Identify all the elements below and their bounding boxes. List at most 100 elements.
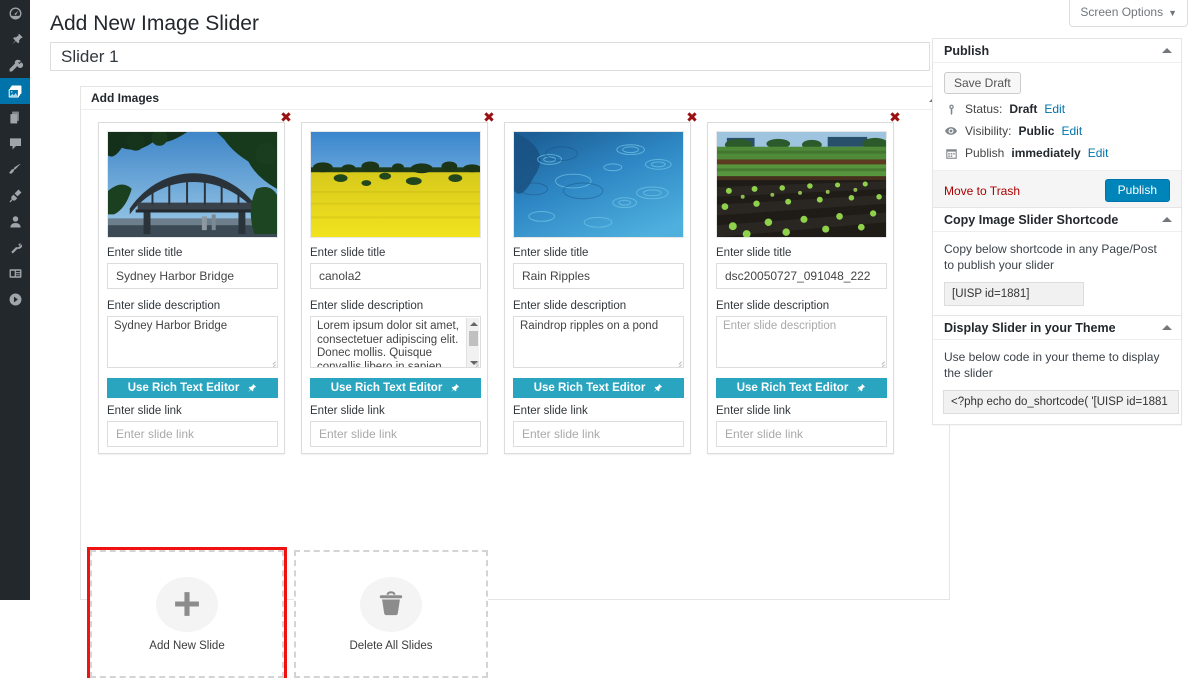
- visibility-row: Visibility: Public Edit: [944, 124, 1170, 138]
- pages-icon: [7, 109, 24, 126]
- delete-slide-icon[interactable]: ✖: [279, 111, 293, 125]
- slide-description-label: Enter slide description: [513, 300, 627, 312]
- shortcode-value[interactable]: [UISP id=1881]: [944, 282, 1084, 306]
- slide-link-input[interactable]: Enter slide link: [107, 421, 278, 447]
- shortcode-description: Copy below shortcode in any Page/Post to…: [944, 242, 1157, 272]
- slide-link-input[interactable]: Enter slide link: [310, 421, 481, 447]
- toggle-panel-icon[interactable]: [1162, 48, 1172, 53]
- media-icon: [7, 57, 24, 74]
- slide-description-textarea[interactable]: Raindrop ripples on a pond: [513, 316, 684, 368]
- theme-code-heading: Display Slider in your Theme: [944, 320, 1116, 335]
- slide-link-label: Enter slide link: [310, 405, 385, 417]
- delete-all-slides-tile[interactable]: Delete All Slides: [294, 550, 488, 678]
- resize-handle-icon[interactable]: [876, 357, 885, 367]
- plus-icon: [156, 576, 218, 632]
- pin-icon: [853, 382, 866, 395]
- slide-thumbnail[interactable]: [716, 131, 887, 238]
- delete-slide-icon[interactable]: ✖: [685, 111, 699, 125]
- sidebar-item-collapse-menu[interactable]: [0, 286, 30, 312]
- post-status-icon: [944, 103, 958, 116]
- edit-publish-date-link[interactable]: Edit: [1088, 146, 1109, 160]
- sidebar-item-media[interactable]: [0, 52, 30, 78]
- scroll-down-icon[interactable]: [467, 357, 480, 367]
- slide-description-textarea[interactable]: Sydney Harbor Bridge: [107, 316, 278, 368]
- delete-slide-icon[interactable]: ✖: [888, 111, 902, 125]
- settings-icon: [7, 265, 24, 282]
- slide-link-label: Enter slide link: [513, 405, 588, 417]
- edit-status-link[interactable]: Edit: [1044, 102, 1065, 116]
- slide-title-input[interactable]: dsc20050727_091048_222: [716, 263, 887, 289]
- lettuce-field-rows-photo: [717, 132, 886, 237]
- sydney-harbour-bridge-photo: [108, 132, 277, 237]
- collapse-icon: [7, 291, 24, 308]
- slide-thumbnail[interactable]: [107, 131, 278, 238]
- slide-description-textarea[interactable]: Enter slide description: [716, 316, 887, 368]
- chevron-down-icon: ▼: [1168, 8, 1177, 18]
- slide-link-value: Enter slide link: [319, 427, 398, 441]
- eye-icon: [944, 124, 958, 138]
- publish-date-label: Publish: [965, 146, 1005, 160]
- trash-icon: [360, 576, 422, 632]
- publish-date-row: Publish immediately Edit: [944, 146, 1170, 160]
- publish-body: Save Draft Status: Draft Edit Visibility…: [933, 63, 1181, 170]
- sidebar-item-appearance[interactable]: [0, 156, 30, 182]
- sidebar-item-posts[interactable]: [0, 26, 30, 52]
- toggle-panel-icon[interactable]: [1162, 325, 1172, 330]
- resize-handle-icon[interactable]: [673, 357, 682, 367]
- edit-visibility-link[interactable]: Edit: [1061, 124, 1082, 138]
- slide-description-value: Lorem ipsum dolor sit amet, consectetuer…: [317, 320, 459, 368]
- pin-icon: [7, 31, 24, 48]
- slide-title-input[interactable]: Rain Ripples: [513, 263, 684, 289]
- slide-title-input[interactable]: canola2: [310, 263, 481, 289]
- slide-title-input[interactable]: Sydney Harbor Bridge: [107, 263, 278, 289]
- visibility-label: Visibility:: [965, 124, 1012, 138]
- scroll-up-icon[interactable]: [467, 318, 480, 329]
- admin-sidebar: [0, 0, 36, 600]
- theme-code-header: Display Slider in your Theme: [933, 316, 1181, 340]
- use-rich-text-editor-button[interactable]: Use Rich Text Editor: [310, 378, 481, 398]
- sidebar-item-image-slider[interactable]: [0, 78, 36, 104]
- page-title: Add New Image Slider: [50, 12, 259, 35]
- slide-link-input[interactable]: Enter slide link: [716, 421, 887, 447]
- slide-thumbnail[interactable]: [310, 131, 481, 238]
- rain-ripples-on-water-photo: [514, 132, 683, 237]
- sidebar-item-plugins[interactable]: [0, 182, 30, 208]
- publish-button[interactable]: Publish: [1104, 179, 1170, 202]
- use-rich-text-editor-button[interactable]: Use Rich Text Editor: [107, 378, 278, 398]
- delete-all-slides-label: Delete All Slides: [349, 639, 433, 652]
- publish-metabox: Publish Save Draft Status: Draft Edit Vi…: [932, 38, 1182, 211]
- pin-icon: [244, 382, 257, 395]
- slider-title-input[interactable]: Slider 1: [50, 42, 930, 71]
- use-rich-text-editor-button[interactable]: Use Rich Text Editor: [513, 378, 684, 398]
- slide-description-textarea[interactable]: Lorem ipsum dolor sit amet, consectetuer…: [310, 316, 481, 368]
- scrollbar-thumb[interactable]: [469, 331, 478, 346]
- theme-code-value[interactable]: <?php echo do_shortcode( '[UISP id=1881: [943, 390, 1179, 414]
- slide-title-label: Enter slide title: [716, 247, 792, 259]
- add-new-slide-tile[interactable]: Add New Slide: [87, 547, 287, 678]
- slide-link-input[interactable]: Enter slide link: [513, 421, 684, 447]
- textarea-scrollbar[interactable]: [466, 318, 480, 367]
- toggle-panel-icon[interactable]: [1162, 217, 1172, 222]
- status-label: Status:: [965, 102, 1003, 116]
- slide-description-label: Enter slide description: [107, 300, 221, 312]
- shortcode-header: Copy Image Slider Shortcode: [933, 208, 1181, 232]
- sidebar-item-settings[interactable]: [0, 260, 30, 286]
- move-to-trash-link[interactable]: Move to Trash: [944, 184, 1020, 198]
- sidebar-item-users[interactable]: [0, 208, 30, 234]
- shortcode-heading: Copy Image Slider Shortcode: [944, 212, 1119, 227]
- theme-code-metabox: Display Slider in your Theme Use below c…: [932, 315, 1182, 425]
- sidebar-item-comments[interactable]: [0, 130, 30, 156]
- slide-description-value: Sydney Harbor Bridge: [114, 320, 228, 332]
- calendar-icon: [944, 147, 958, 160]
- slide-thumbnail[interactable]: [513, 131, 684, 238]
- canola-field-photo: [311, 132, 480, 237]
- save-draft-button[interactable]: Save Draft: [944, 72, 1021, 94]
- delete-slide-icon[interactable]: ✖: [482, 111, 496, 125]
- sidebar-item-dashboard[interactable]: [0, 0, 30, 26]
- screen-options-button[interactable]: Screen Options ▼: [1069, 0, 1188, 27]
- resize-handle-icon[interactable]: [267, 357, 276, 367]
- sidebar-item-pages[interactable]: [0, 104, 30, 130]
- use-rich-text-editor-button[interactable]: Use Rich Text Editor: [716, 378, 887, 398]
- sidebar-item-tools[interactable]: [0, 234, 30, 260]
- slide-title-value: dsc20050727_091048_222: [725, 269, 871, 283]
